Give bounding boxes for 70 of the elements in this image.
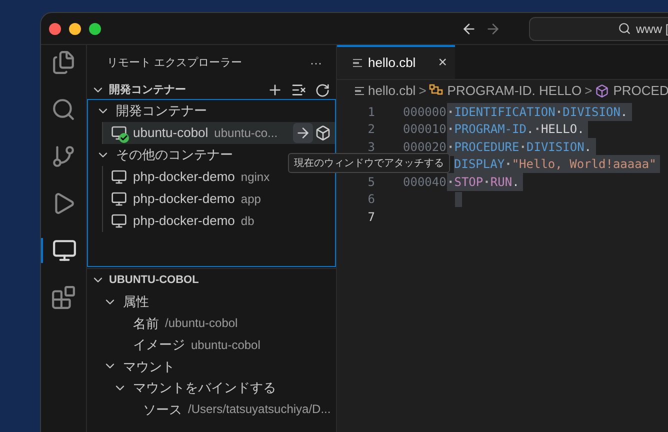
container-name: ubuntu-cobol	[133, 124, 208, 142]
refresh-icon[interactable]	[315, 82, 330, 98]
cube-icon	[595, 84, 610, 98]
group-row[interactable]: その他のコンテナー	[88, 144, 233, 166]
line-number: 7	[366, 208, 375, 226]
tab-close-button[interactable]: ×	[438, 52, 447, 74]
lines-icon	[353, 58, 362, 68]
detail-label: マウントをバインドする	[133, 379, 276, 397]
breadcrumb-separator: >	[418, 82, 426, 100]
detail-label: 属性	[123, 293, 149, 311]
line-number: 5	[366, 174, 375, 191]
group-label: その他のコンテナー	[116, 146, 233, 164]
line-number: 2	[366, 121, 375, 138]
tooltip: 現在のウィンドウでアタッチする	[288, 153, 450, 173]
plus-icon[interactable]	[267, 82, 283, 98]
container-description: db	[240, 213, 254, 230]
editor-tab[interactable]: hello.cbl ×	[337, 45, 455, 79]
tab-label: hello.cbl	[368, 54, 416, 72]
container-description: ubuntu-co...	[214, 125, 278, 142]
line-number: 1	[366, 104, 375, 121]
line-number: 6	[366, 191, 375, 208]
detail-value: ubuntu-cobol	[191, 336, 260, 354]
sequence-number: 000040	[403, 174, 447, 191]
breadcrumb-separator: >	[584, 82, 592, 100]
extensions-icon[interactable]	[51, 285, 76, 310]
container-row[interactable]: ubuntu-cobol ubuntu-co...	[103, 122, 335, 144]
lines-icon	[355, 86, 364, 96]
monitor-icon	[111, 191, 127, 207]
search-icon[interactable]	[51, 97, 76, 122]
sequence-number: 000010	[403, 121, 447, 138]
back-icon[interactable]	[461, 20, 477, 36]
forward-icon[interactable]	[485, 20, 501, 36]
container-description: nginx	[240, 169, 270, 186]
section-header[interactable]: 開発コンテナー	[109, 82, 186, 98]
cursor-marker	[455, 192, 462, 207]
branch-icon[interactable]	[51, 144, 76, 169]
detail-label: 名前	[133, 314, 159, 332]
container-row[interactable]: php-docker-demo app	[103, 188, 335, 210]
monitor-icon	[111, 213, 127, 229]
breadcrumb-item[interactable]: hello.cbl	[368, 81, 416, 101]
more-actions-button[interactable]: ···	[310, 54, 322, 72]
detail-value: /Users/tatsuyatsuchiya/D...	[188, 401, 331, 418]
container-name: php-docker-demo	[133, 190, 235, 208]
group-label: 開発コンテナー	[116, 102, 207, 120]
breadcrumb-item[interactable]: PROGRAM-ID. HELLO	[447, 81, 582, 101]
line-number: 3	[366, 138, 375, 156]
zoom-window-control[interactable]	[89, 22, 101, 34]
remote-monitor-icon[interactable]	[52, 238, 77, 263]
monitor-check-icon	[111, 125, 127, 141]
container-row[interactable]: php-docker-demo db	[103, 210, 335, 232]
clear-list-icon[interactable]	[291, 82, 307, 98]
detail-label: ソース	[143, 400, 182, 418]
close-window-control[interactable]	[49, 22, 61, 34]
arrow-right-icon[interactable]	[293, 123, 313, 143]
minimize-window-control[interactable]	[69, 22, 81, 34]
files-icon[interactable]	[51, 50, 76, 75]
monitor-icon	[111, 169, 127, 185]
container-name: php-docker-demo	[133, 212, 235, 230]
container-name: php-docker-demo	[133, 168, 235, 186]
sequence-number: 000020	[403, 138, 447, 156]
sequence-number: 000000	[403, 104, 447, 121]
sidebar-title: リモート エクスプローラー	[107, 56, 242, 71]
breadcrumb-item[interactable]: PROCED	[613, 81, 668, 101]
container-description: app	[240, 191, 261, 208]
detail-label: マウント	[123, 358, 175, 376]
detail-label: イメージ	[133, 336, 185, 354]
group-row[interactable]: 開発コンテナー	[88, 100, 207, 122]
search-icon	[618, 22, 631, 35]
detail-value: /ubuntu-cobol	[165, 315, 238, 332]
section-header[interactable]: UBUNTU-COBOL	[109, 272, 199, 288]
